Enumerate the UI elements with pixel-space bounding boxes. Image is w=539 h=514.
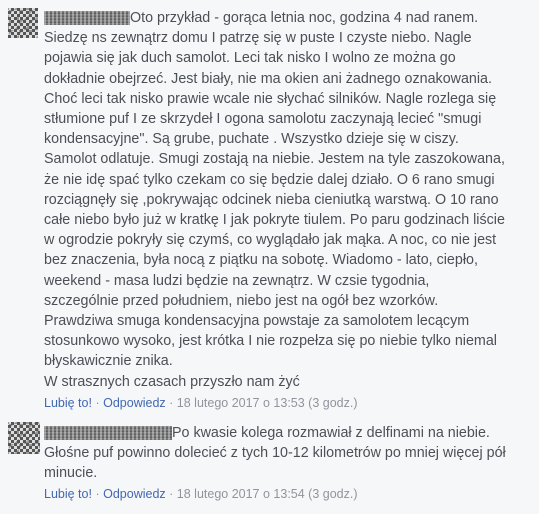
separator: · — [169, 487, 174, 501]
avatar[interactable] — [8, 8, 38, 38]
comment-text: Po kwasie kolega rozmawiał z delfinami n… — [44, 425, 506, 482]
timestamp[interactable]: 18 lutego 2017 o 13:53 (3 godz.) — [177, 396, 358, 410]
like-button[interactable]: Lubię to! — [44, 487, 92, 501]
like-button[interactable]: Lubię to! — [44, 396, 92, 410]
comment-text: Oto przykład - gorąca letnia noc, godzin… — [44, 10, 505, 390]
avatar[interactable] — [8, 422, 40, 454]
reply-button[interactable]: Odpowiedz — [103, 396, 166, 410]
reply-button[interactable]: Odpowiedz — [103, 487, 166, 501]
comment-actions: Lubię to! · Odpowiedz · 18 lutego 2017 o… — [44, 487, 358, 501]
separator: · — [169, 396, 174, 410]
separator: · — [95, 487, 100, 501]
separator: · — [95, 396, 100, 410]
timestamp[interactable]: 18 lutego 2017 o 13:54 (3 godz.) — [177, 487, 358, 501]
comment-actions: Lubię to! · Odpowiedz · 18 lutego 2017 o… — [44, 396, 358, 410]
